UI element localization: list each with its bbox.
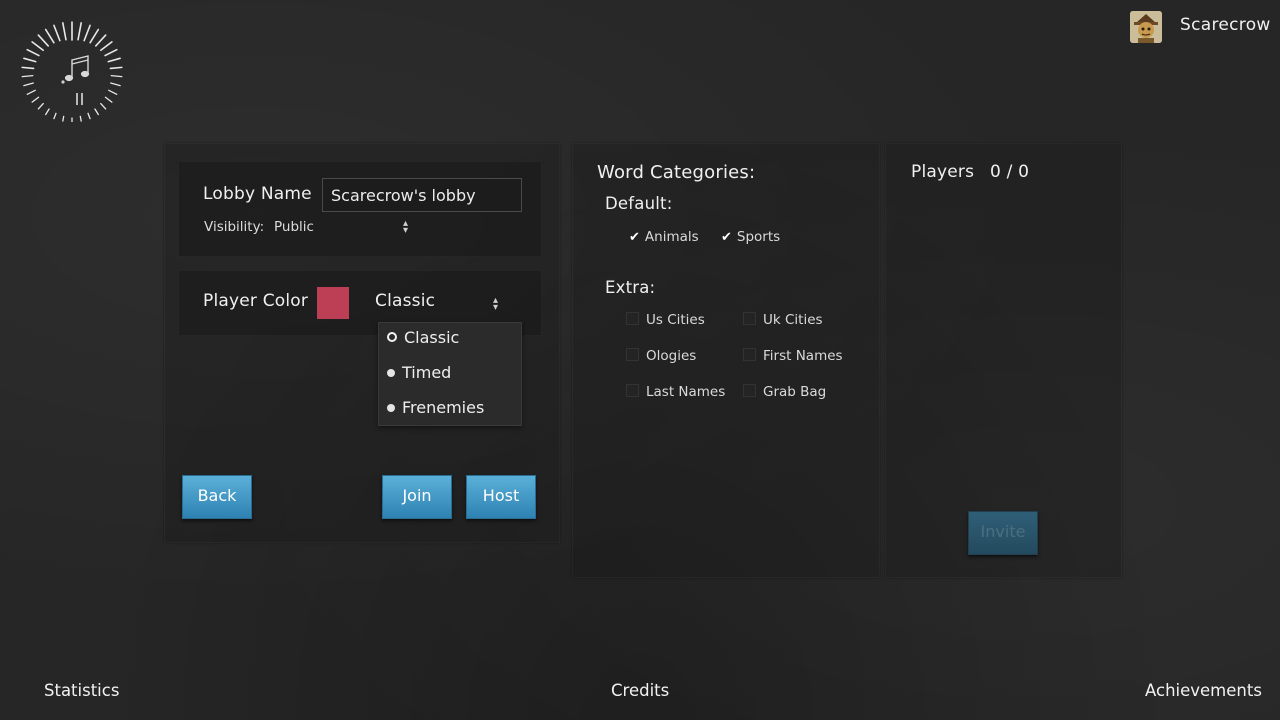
dial-tick — [53, 24, 61, 42]
credits-link[interactable]: Credits — [611, 681, 669, 700]
game-mode-select-arrows-icon[interactable]: ▴ ▾ — [493, 296, 498, 313]
visibility-select[interactable]: Public — [274, 219, 314, 235]
radio-selected-icon — [387, 332, 397, 342]
mode-option-label: Timed — [402, 363, 452, 382]
category-label: Us Cities — [646, 312, 705, 328]
dial-tick — [37, 102, 44, 110]
dial-tick — [109, 66, 123, 70]
unchecked-box-icon — [626, 384, 639, 397]
mode-option-label: Frenemies — [402, 398, 485, 417]
statistics-link[interactable]: Statistics — [44, 681, 119, 700]
unchecked-box-icon — [626, 312, 639, 325]
dial-tick — [79, 115, 82, 122]
mode-option-timed[interactable]: Timed — [387, 363, 451, 382]
category-label: First Names — [763, 348, 843, 364]
invite-button[interactable]: Invite — [968, 511, 1038, 555]
dial-tick — [89, 28, 100, 44]
category-uk-cities-checkbox[interactable]: Uk Cities — [743, 312, 823, 328]
host-button[interactable]: Host — [466, 475, 536, 519]
category-last-names-checkbox[interactable]: Last Names — [626, 384, 725, 400]
game-mode-dropdown: Classic Timed Frenemies — [378, 322, 522, 426]
mode-option-classic[interactable]: Classic — [387, 328, 459, 347]
dial-tick — [104, 48, 118, 57]
checkmark-icon: ✔ — [629, 230, 640, 245]
mode-option-frenemies[interactable]: Frenemies — [387, 398, 484, 417]
players-label: Players — [911, 162, 975, 182]
dial-tick — [94, 108, 99, 116]
dial-tick — [104, 96, 113, 103]
visibility-select-arrows-icon[interactable]: ▴ ▾ — [403, 219, 408, 236]
dial-tick — [23, 82, 34, 87]
dial-tick — [31, 96, 40, 103]
category-ologies-checkbox[interactable]: Ologies — [626, 348, 696, 364]
category-label: Animals — [644, 229, 699, 245]
dial-tick — [45, 108, 50, 116]
dial-tick — [62, 115, 65, 122]
dial-tick — [107, 57, 121, 63]
dial-tick — [53, 112, 57, 120]
category-label: Ologies — [646, 348, 697, 364]
dial-tick — [26, 89, 36, 95]
player-color-label: Player Color — [203, 291, 309, 311]
dial-tick — [100, 41, 113, 52]
dial-tick — [110, 82, 121, 87]
dial-tick — [23, 57, 37, 63]
music-dial-graphic — [21, 21, 123, 123]
dial-indicator-dot — [61, 80, 65, 84]
dial-tick — [44, 28, 55, 44]
music-note-icon — [64, 55, 90, 82]
default-categories-label: Default: — [605, 194, 673, 213]
category-label: Grab Bag — [763, 384, 827, 400]
category-animals-checkbox[interactable]: ✔ Animals — [629, 229, 699, 245]
player-color-swatch[interactable] — [317, 287, 349, 319]
mode-option-label: Classic — [404, 328, 460, 347]
category-label: Sports — [736, 229, 781, 245]
dial-tick — [62, 22, 67, 41]
checkmark-icon: ✔ — [721, 230, 732, 245]
word-categories-title: Word Categories: — [597, 162, 756, 183]
achievements-link[interactable]: Achievements — [1145, 681, 1262, 700]
category-us-cities-checkbox[interactable]: Us Cities — [626, 312, 705, 328]
dial-tick — [26, 48, 40, 57]
back-button[interactable]: Back — [182, 475, 252, 519]
radio-dot-icon — [387, 404, 395, 412]
dial-tick — [77, 22, 82, 41]
music-volume-dial[interactable] — [20, 18, 124, 123]
lobby-name-label: Lobby Name — [203, 184, 312, 204]
pause-icon — [76, 93, 83, 105]
unchecked-box-icon — [743, 348, 756, 361]
category-sports-checkbox[interactable]: ✔ Sports — [721, 229, 780, 245]
dial-tick — [110, 74, 123, 78]
dial-tick — [37, 34, 50, 47]
radio-dot-icon — [387, 369, 395, 377]
category-label: Uk Cities — [763, 312, 823, 328]
lobby-name-input[interactable] — [322, 178, 522, 212]
scarecrow-avatar-icon — [1130, 11, 1162, 43]
unchecked-box-icon — [743, 312, 756, 325]
category-grab-bag-checkbox[interactable]: Grab Bag — [743, 384, 826, 400]
game-mode-select[interactable]: Classic — [375, 291, 435, 311]
category-first-names-checkbox[interactable]: First Names — [743, 348, 843, 364]
dial-tick — [21, 74, 34, 78]
dial-tick — [83, 24, 91, 42]
dial-tick — [94, 34, 107, 47]
dial-tick — [100, 102, 107, 110]
unchecked-box-icon — [626, 348, 639, 361]
unchecked-box-icon — [743, 384, 756, 397]
username: Scarecrow — [1180, 15, 1271, 35]
players-count: 0 / 0 — [990, 162, 1030, 182]
dial-tick — [31, 41, 44, 52]
category-label: Last Names — [646, 384, 726, 400]
extra-categories-label: Extra: — [605, 278, 656, 297]
dial-tick — [108, 89, 118, 95]
join-button[interactable]: Join — [382, 475, 452, 519]
avatar[interactable] — [1130, 11, 1162, 43]
dial-tick — [87, 112, 91, 120]
visibility-label: Visibility: — [204, 219, 265, 235]
dial-tick — [21, 66, 35, 70]
